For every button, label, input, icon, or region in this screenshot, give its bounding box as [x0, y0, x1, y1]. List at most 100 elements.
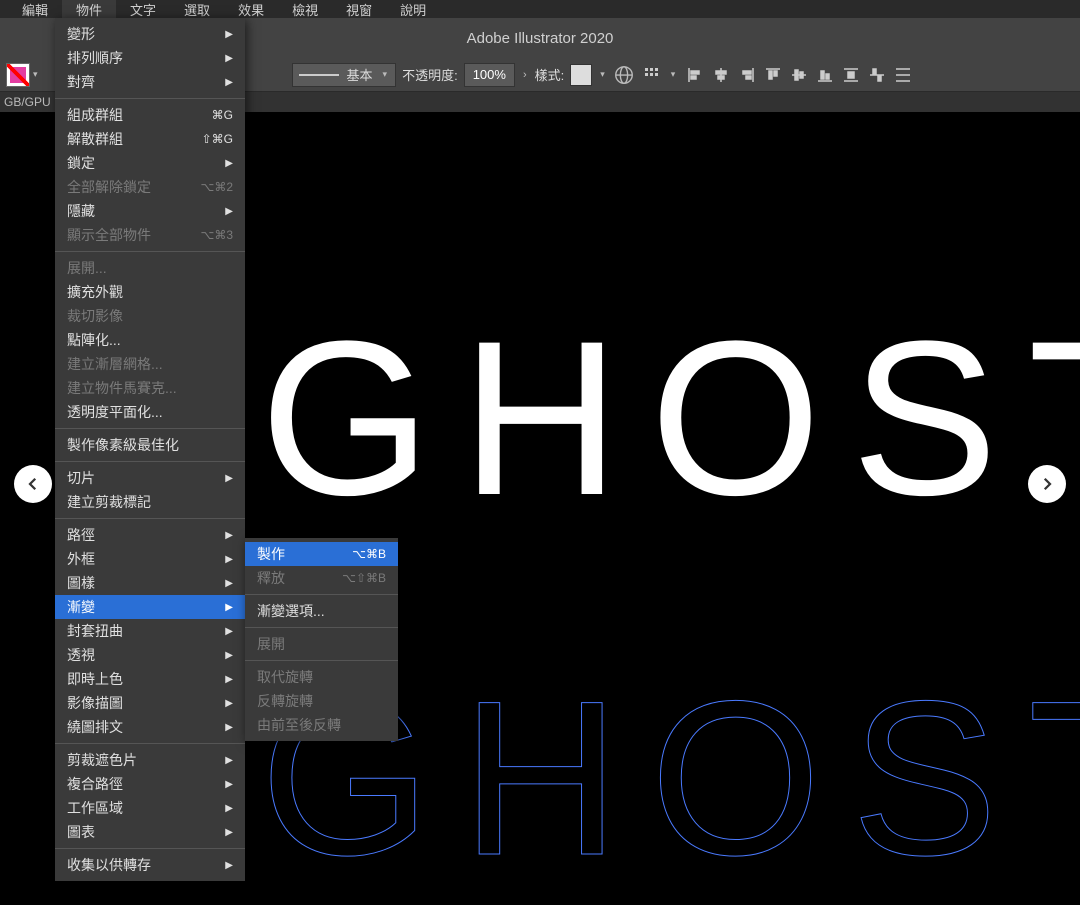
blend-submenu-item: 反轉旋轉: [245, 689, 398, 713]
object-menu-item[interactable]: 封套扭曲▶: [55, 619, 245, 643]
distribute-v2-button[interactable]: [891, 63, 915, 87]
distribute-v-button[interactable]: [865, 63, 889, 87]
stroke-label: 基本: [347, 65, 373, 84]
object-menu-item[interactable]: 影像描圖 ▶: [55, 691, 245, 715]
submenu-arrow-icon: ▶: [225, 698, 233, 709]
chevron-down-icon: ▾: [598, 69, 607, 80]
menu-shortcut: ⌘G: [212, 108, 233, 122]
object-menu-item: 全部解除鎖定⌥⌘2: [55, 175, 245, 199]
object-menu-item: 展開...: [55, 256, 245, 280]
style-label: 樣式:: [535, 65, 565, 84]
menu-window[interactable]: 視窗: [332, 0, 386, 21]
object-menu-item[interactable]: 工作區域▶: [55, 796, 245, 820]
chevron-down-icon: ▾: [669, 69, 678, 80]
blend-submenu-item: 由前至後反轉: [245, 713, 398, 737]
menu-item-label: 建立剪裁標記: [67, 492, 151, 512]
object-menu-item[interactable]: 組成群組 ⌘G: [55, 103, 245, 127]
align-right-button[interactable]: [735, 63, 759, 87]
fill-swatch-group[interactable]: ▾: [6, 63, 40, 87]
menu-item-label: 圖樣: [67, 573, 95, 593]
blend-submenu-item[interactable]: 製作⌥⌘B: [245, 542, 398, 566]
object-menu-item[interactable]: 繞圖排文▶: [55, 715, 245, 739]
align-top-button[interactable]: [761, 63, 785, 87]
submenu-arrow-icon: ▶: [225, 860, 233, 871]
blend-submenu-item: 展開: [245, 632, 398, 656]
submenu-arrow-icon: ▶: [225, 674, 233, 685]
menu-view[interactable]: 檢視: [278, 0, 332, 21]
menu-separator: [55, 251, 245, 252]
style-swatch[interactable]: [570, 64, 592, 86]
object-menu-item[interactable]: 剪裁遮色片▶: [55, 748, 245, 772]
object-menu-item[interactable]: 解散群組⇧⌘G: [55, 127, 245, 151]
object-menu-item[interactable]: 製作像素級最佳化: [55, 433, 245, 457]
menu-shortcut: ⌥⌘2: [200, 180, 233, 194]
align-panel-icon[interactable]: [641, 64, 663, 86]
object-menu-item[interactable]: 外框▶: [55, 547, 245, 571]
object-menu-item[interactable]: 漸變▶: [55, 595, 245, 619]
opacity-label: 不透明度:: [402, 65, 458, 84]
submenu-arrow-icon: ▶: [225, 626, 233, 637]
object-menu-item[interactable]: 路徑▶: [55, 523, 245, 547]
menu-separator: [55, 461, 245, 462]
blend-submenu-item[interactable]: 漸變選項...: [245, 599, 398, 623]
menu-item-label: 排列順序: [67, 48, 123, 68]
menu-help[interactable]: 說明: [386, 0, 440, 21]
submenu-arrow-icon: ▶: [225, 554, 233, 565]
object-menu-item[interactable]: 變形 ▶: [55, 22, 245, 46]
blend-submenu-item: 取代旋轉: [245, 665, 398, 689]
submenu-arrow-icon: ▶: [225, 827, 233, 838]
menu-item-label: 切片: [67, 468, 95, 488]
menu-item-label: 對齊: [67, 72, 95, 92]
align-bottom-button[interactable]: [813, 63, 837, 87]
object-menu-item[interactable]: 收集以供轉存 ▶: [55, 853, 245, 877]
fill-swatch[interactable]: [6, 63, 30, 87]
opacity-input[interactable]: 100%: [464, 63, 515, 87]
menu-item-label: 即時上色: [67, 669, 123, 689]
artwork-text-ghost-fill[interactable]: GHOST: [260, 292, 1080, 545]
object-menu-item[interactable]: 建立剪裁標記: [55, 490, 245, 514]
menu-item-label: 製作像素級最佳化: [67, 435, 179, 455]
menu-shortcut: ⌥⌘B: [352, 547, 386, 561]
object-menu-item[interactable]: 對齊▶: [55, 70, 245, 94]
next-button[interactable]: [1028, 465, 1066, 503]
object-menu-item[interactable]: 複合路徑▶: [55, 772, 245, 796]
object-menu-item[interactable]: 鎖定▶: [55, 151, 245, 175]
menu-item-label: 影像描圖: [67, 693, 123, 713]
object-menu-item[interactable]: 點陣化...: [55, 328, 245, 352]
object-menu-item[interactable]: 圖表▶: [55, 820, 245, 844]
object-menu-item[interactable]: 即時上色 ▶: [55, 667, 245, 691]
menu-item-label: 組成群組: [67, 105, 123, 125]
menu-item-label: 擴充外觀: [67, 282, 123, 302]
menu-item-label: 漸變選項...: [257, 601, 325, 621]
app-title: Adobe Illustrator 2020: [467, 30, 614, 47]
menu-item-label: 解散群組: [67, 129, 123, 149]
submenu-arrow-icon: ▶: [225, 29, 233, 40]
object-menu-item[interactable]: 隱藏▶: [55, 199, 245, 223]
menubar: 編輯 物件 文字 選取 效果 檢視 視窗 說明: [0, 0, 1080, 18]
menu-item-label: 建立物件馬賽克...: [67, 378, 177, 398]
object-menu-item[interactable]: 透明度平面化...: [55, 400, 245, 424]
object-menu-item[interactable]: 擴充外觀: [55, 280, 245, 304]
object-menu-item[interactable]: 切片▶: [55, 466, 245, 490]
menu-item-label: 工作區域: [67, 798, 123, 818]
object-menu-item: 建立漸層網格...: [55, 352, 245, 376]
menu-item-label: 變形: [67, 24, 95, 44]
prev-button[interactable]: [14, 465, 52, 503]
menu-item-label: 收集以供轉存: [67, 855, 151, 875]
align-hcenter-button[interactable]: [709, 63, 733, 87]
align-left-button[interactable]: [683, 63, 707, 87]
object-menu-item[interactable]: 排列順序▶: [55, 46, 245, 70]
menu-separator: [245, 627, 398, 628]
menu-item-label: 繞圖排文: [67, 717, 123, 737]
object-menu-dropdown: 變形▶排列順序▶對齊▶組成群組⌘G解散群組⇧⌘G鎖定▶全部解除鎖定⌥⌘2隱藏▶顯…: [55, 18, 245, 881]
object-menu-item[interactable]: 透視▶: [55, 643, 245, 667]
object-menu-item[interactable]: 圖樣▶: [55, 571, 245, 595]
distribute-h-button[interactable]: [839, 63, 863, 87]
menu-separator: [245, 594, 398, 595]
chevron-right-icon[interactable]: ›: [521, 69, 529, 81]
document-tab[interactable]: GB/GPU: [4, 95, 51, 109]
stroke-style-dropdown[interactable]: 基本 ▾: [292, 63, 397, 87]
align-vcenter-button[interactable]: [787, 63, 811, 87]
menu-edit[interactable]: 編輯: [8, 0, 62, 21]
globe-icon[interactable]: [613, 64, 635, 86]
